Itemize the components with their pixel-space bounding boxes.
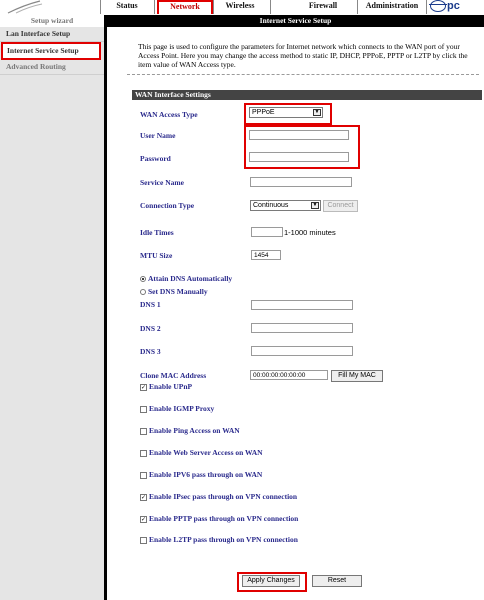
radio-selected-icon [140,276,146,283]
mtu-size-input[interactable]: 1454 [251,250,281,260]
user-name-label: User Name [140,131,176,140]
service-name-label: Service Name [140,178,184,187]
enable-l2tp-checkbox[interactable]: Enable L2TP pass through on VPN connecti… [140,535,298,544]
tab-separator [100,0,101,14]
checkbox-icon [140,471,147,479]
idle-times-hint: 1-1000 minutes [284,228,336,237]
enable-upnp-label: Enable UPnP [149,382,193,391]
checkbox-checked-icon: ✓ [140,493,147,501]
dns1-label: DNS 1 [140,300,161,309]
main-content: Internet Service Setup This page is used… [107,15,484,600]
dns-auto-label: Attain DNS Automatically [148,274,233,283]
user-name-input[interactable] [249,130,349,140]
idle-times-input[interactable] [251,227,283,237]
enable-igmp-checkbox[interactable]: Enable IGMP Proxy [140,404,214,413]
apply-changes-button[interactable]: Apply Changes [242,575,300,587]
clone-mac-label: Clone MAC Address [140,371,207,380]
connection-type-value: Continuous [253,202,289,209]
top-nav: Status Network Wireless Firewall Adminis… [0,0,484,15]
tab-administration[interactable]: Administration [362,1,422,13]
tab-separator [270,0,271,14]
wan-access-type-value: PPPoE [252,109,275,116]
chevron-down-icon: ▼ [313,109,321,116]
checkbox-icon [140,427,147,435]
password-label: Password [140,154,171,163]
connect-button[interactable]: Connect [323,200,358,212]
chevron-down-icon: ▼ [311,202,319,209]
checkbox-icon [140,405,147,413]
tab-separator [154,0,155,14]
page-title: Internet Service Setup [107,15,484,27]
dns3-input[interactable] [251,346,353,356]
tab-separator [357,0,358,14]
divider [127,74,479,75]
enable-l2tp-label: Enable L2TP pass through on VPN connecti… [149,535,298,544]
tab-wireless[interactable]: Wireless [216,1,264,13]
connection-type-select[interactable]: Continuous ▼ [250,200,321,211]
enable-upnp-checkbox[interactable]: ✓ Enable UPnP [140,382,192,391]
sidebar-item-advanced-routing[interactable]: Advanced Routing [0,60,104,75]
dns1-input[interactable] [251,300,353,310]
enable-ipv6-checkbox[interactable]: Enable IPV6 pass through on WAN [140,470,262,479]
wan-access-type-label: WAN Access Type [140,110,198,119]
sidebar-item-internet-service[interactable]: Internet Service Setup [1,42,101,60]
service-name-input[interactable] [250,177,352,187]
enable-web-server-checkbox[interactable]: Enable Web Server Access on WAN [140,448,263,457]
sidebar-header[interactable]: Setup wizard [0,15,104,27]
fill-my-mac-button[interactable]: Fill My MAC [331,370,383,382]
reset-button[interactable]: Reset [312,575,362,587]
tab-network[interactable]: Network [157,0,213,14]
intro-text: This page is used to configure the param… [138,42,468,69]
dns2-label: DNS 2 [140,324,161,333]
enable-ipsec-checkbox[interactable]: ✓ Enable IPsec pass through on VPN connec… [140,492,297,501]
dns-manual-radio[interactable]: Set DNS Manually [140,287,208,296]
dns2-input[interactable] [251,323,353,333]
sidebar-item-lan-interface[interactable]: Lan Interface Setup [0,27,104,42]
tab-separator [426,0,427,14]
enable-ipv6-label: Enable IPV6 pass through on WAN [149,470,263,479]
enable-pptp-checkbox[interactable]: ✓ Enable PPTP pass through on VPN connect… [140,514,298,523]
logo-swoosh-icon [7,0,43,14]
enable-ping-checkbox[interactable]: Enable Ping Access on WAN [140,426,240,435]
checkbox-checked-icon: ✓ [140,383,147,391]
password-input[interactable] [249,152,349,162]
enable-ipsec-label: Enable IPsec pass through on VPN connect… [149,492,298,501]
radio-icon [140,289,146,296]
globe-icon [429,0,447,13]
connection-type-label: Connection Type [140,201,195,210]
idle-times-label: Idle Times [140,228,174,237]
clone-mac-input[interactable]: 00:00:00:00:00:00 [250,370,328,380]
enable-pptp-label: Enable PPTP pass through on VPN connecti… [149,514,299,523]
enable-igmp-label: Enable IGMP Proxy [149,404,215,413]
sidebar: Setup wizard Lan Interface Setup Interne… [0,15,107,600]
brand-logo: pc [429,0,484,14]
section-title: WAN Interface Settings [132,90,482,100]
tab-status[interactable]: Status [103,1,151,13]
tab-separator [213,0,214,14]
mtu-size-label: MTU Size [140,251,173,260]
checkbox-icon [140,449,147,457]
dns3-label: DNS 3 [140,347,161,356]
tab-firewall[interactable]: Firewall [296,1,350,13]
checkbox-checked-icon: ✓ [140,515,147,523]
wan-access-type-select[interactable]: PPPoE ▼ [249,107,323,118]
dns-manual-label: Set DNS Manually [148,287,208,296]
checkbox-icon [140,536,147,544]
enable-ping-label: Enable Ping Access on WAN [149,426,240,435]
enable-web-server-label: Enable Web Server Access on WAN [149,448,263,457]
dns-auto-radio[interactable]: Attain DNS Automatically [140,274,232,283]
